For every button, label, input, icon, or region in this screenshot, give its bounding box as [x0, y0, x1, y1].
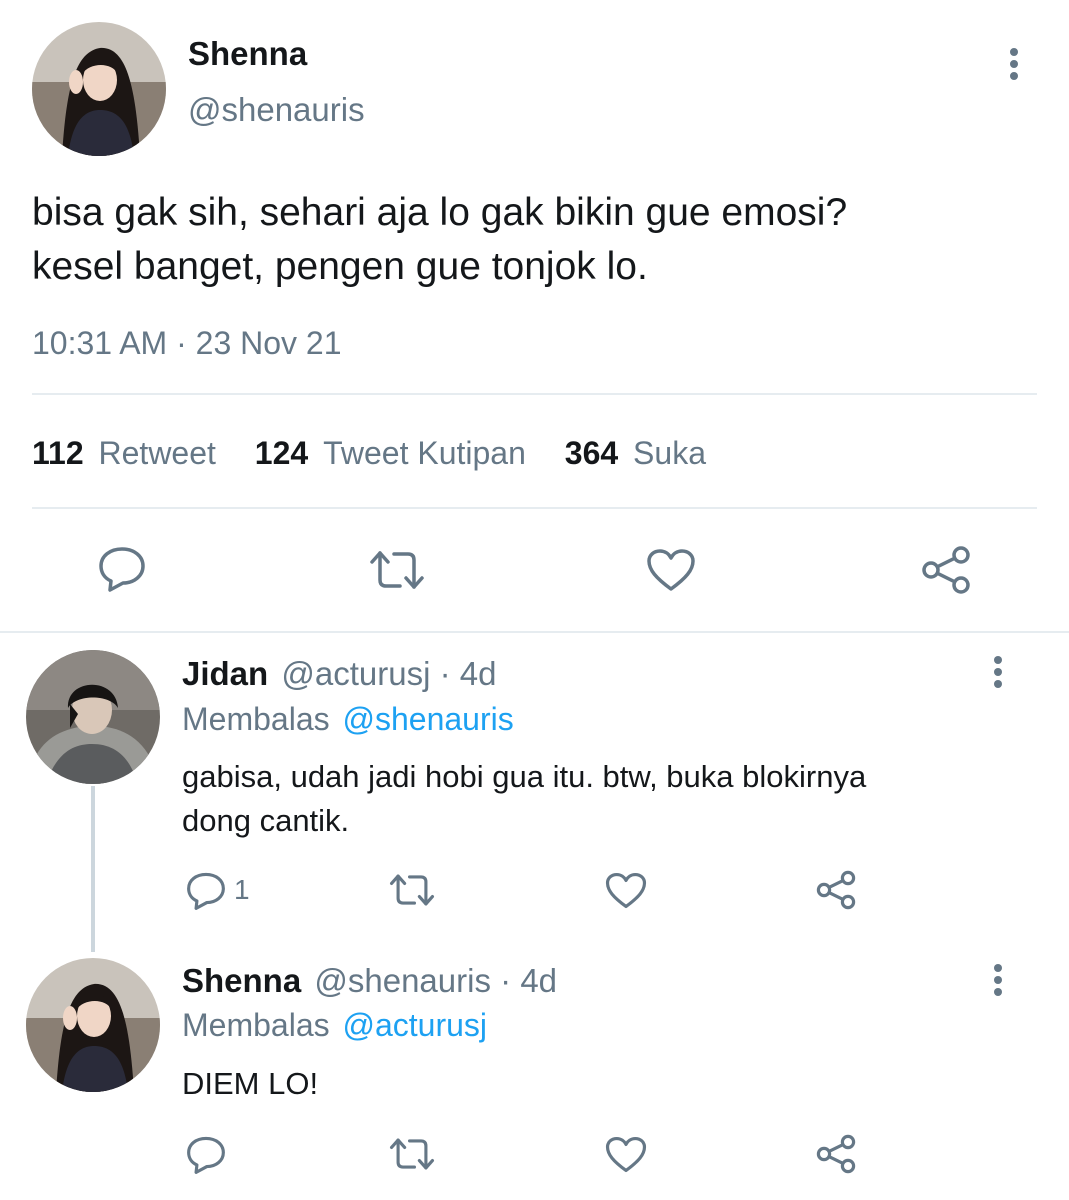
reply-handle[interactable]: @acturusj: [281, 655, 430, 692]
replying-label: Membalas: [182, 701, 330, 737]
quote-label: Tweet Kutipan: [323, 435, 526, 471]
avatar[interactable]: [32, 22, 166, 156]
tweet-text-line: kesel banget, pengen gue tonjok lo.: [32, 245, 648, 288]
reply-text-line: dong cantik.: [182, 803, 350, 838]
replying-to: Membalas @shenauris: [182, 700, 514, 738]
tweet-text: bisa gak sih, sehari aja lo gak bikin gu…: [32, 186, 847, 294]
quote-count: 124: [254, 435, 309, 471]
reply-avatar[interactable]: [26, 650, 160, 784]
reply-header: Jidan @acturusj · 4d: [182, 655, 497, 693]
heart-icon[interactable]: [605, 872, 647, 909]
thread-line: [91, 786, 95, 952]
reply-text-line: gabisa, udah jadi hobi gua itu. btw, buk…: [182, 759, 867, 794]
retweet-label: Retweet: [98, 435, 216, 471]
reply-age[interactable]: 4d: [520, 962, 557, 999]
more-options-icon[interactable]: [978, 960, 1018, 1000]
retweet-stat[interactable]: 112 Retweet: [32, 435, 225, 471]
reply-text: gabisa, udah jadi hobi gua itu. btw, buk…: [182, 755, 866, 843]
tweet-stats: 112 Retweet 124 Tweet Kutipan 364 Suka: [32, 434, 706, 472]
reply-age[interactable]: 4d: [460, 655, 497, 692]
more-options-icon[interactable]: [994, 44, 1034, 84]
like-stat[interactable]: 364 Suka: [565, 435, 706, 471]
tweet-timestamp[interactable]: 10:31 AM · 23 Nov 21: [32, 325, 342, 361]
heart-icon[interactable]: [605, 1136, 647, 1173]
reply-text: DIEM LO!: [182, 1062, 318, 1106]
share-icon[interactable]: [920, 545, 972, 595]
reply-display-name[interactable]: Shenna: [182, 962, 301, 999]
retweet-count: 112: [32, 435, 84, 471]
retweet-icon[interactable]: [388, 1136, 436, 1172]
retweet-icon[interactable]: [368, 548, 426, 592]
avatar-photo: [32, 22, 166, 156]
like-label: Suka: [633, 435, 706, 471]
like-count: 364: [564, 435, 619, 471]
dot-separator: ·: [439, 655, 451, 692]
reply-handle[interactable]: @shenauris: [314, 962, 491, 999]
replying-to: Membalas @acturusj: [182, 1006, 487, 1044]
share-icon[interactable]: [815, 1134, 857, 1174]
quote-stat[interactable]: 124 Tweet Kutipan: [255, 435, 535, 471]
replying-to-link[interactable]: @shenauris: [343, 701, 514, 737]
reply-icon[interactable]: [98, 546, 146, 592]
reply-text-line: DIEM LO!: [182, 1066, 319, 1101]
dot-separator: ·: [500, 962, 512, 999]
avatar-photo: [26, 958, 160, 1092]
author-display-name[interactable]: Shenna: [188, 36, 307, 72]
replying-label: Membalas: [182, 1007, 330, 1043]
reply-count: 1: [234, 874, 250, 905]
avatar-photo: [26, 650, 160, 784]
reply-icon[interactable]: [186, 1136, 226, 1174]
reply-icon[interactable]: [186, 872, 226, 910]
heart-icon[interactable]: [646, 548, 696, 592]
retweet-icon[interactable]: [388, 872, 436, 908]
divider: [32, 393, 1037, 395]
section-divider: [0, 631, 1069, 633]
share-icon[interactable]: [815, 870, 857, 910]
reply-avatar[interactable]: [26, 958, 160, 1092]
reply-header: Shenna @shenauris · 4d: [182, 962, 557, 1000]
replying-to-link[interactable]: @acturusj: [343, 1007, 488, 1043]
author-handle[interactable]: @shenauris: [188, 92, 365, 128]
divider: [32, 507, 1037, 509]
more-options-icon[interactable]: [978, 652, 1018, 692]
reply-display-name[interactable]: Jidan: [182, 655, 268, 692]
tweet-text-line: bisa gak sih, sehari aja lo gak bikin gu…: [32, 191, 848, 234]
